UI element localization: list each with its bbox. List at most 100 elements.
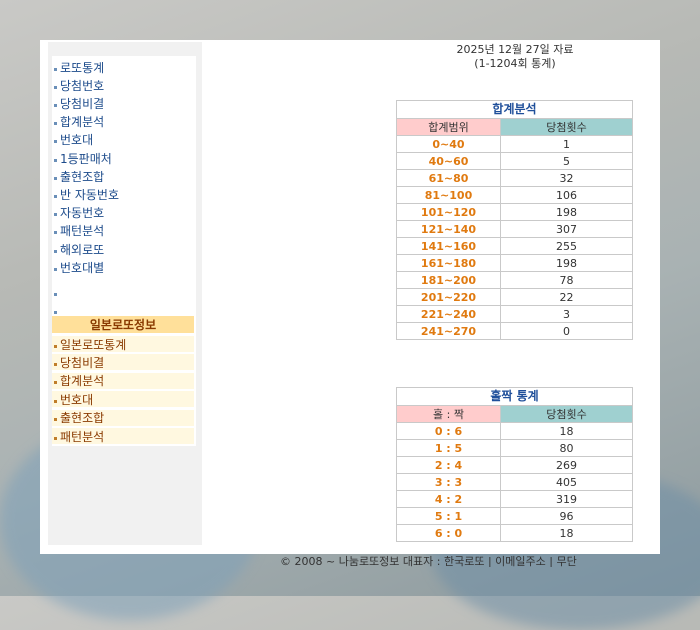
table-row: 2 : 4 269 xyxy=(396,456,633,474)
sidebar-item-label: 해외로또 xyxy=(60,242,105,257)
odd-even-col-count: 당첨횟수 xyxy=(500,405,633,423)
bullet-icon xyxy=(54,344,57,348)
sidebar-item[interactable]: 해외로또 xyxy=(52,241,104,257)
sum-analysis-table: 합계분석 합계범위 당첨횟수 0~40 1 40~60 5 61~80 32 81~100 1… xyxy=(396,100,633,340)
sum-range-cell: 40~60 xyxy=(396,152,501,170)
sidebar-item[interactable]: 번호대 xyxy=(52,132,93,148)
odd-even-ratio-cell: 1 : 5 xyxy=(396,439,501,457)
sidebar-item[interactable]: 반 자동번호 xyxy=(52,186,119,202)
table-row: 161~180 198 xyxy=(396,254,633,272)
sidebar-item-label: 로또통계 xyxy=(60,60,105,75)
japan-menu-label: 출현조합 xyxy=(60,411,105,426)
sum-range-cell: 201~220 xyxy=(396,288,501,306)
odd-even-count-cell: 405 xyxy=(500,473,633,491)
japan-menu-item[interactable]: 번호대 xyxy=(52,391,194,408)
sum-range-cell: 81~100 xyxy=(396,186,501,204)
bullet-icon xyxy=(54,418,57,422)
odd-even-ratio-cell: 0 : 6 xyxy=(396,422,501,440)
bullet-icon xyxy=(54,249,57,253)
sum-count-cell: 22 xyxy=(500,288,633,306)
sum-count-cell: 198 xyxy=(500,254,633,272)
sidebar-item[interactable]: 출현조합 xyxy=(52,168,104,184)
bullet-icon xyxy=(54,213,57,217)
odd-even-ratio-cell: 3 : 3 xyxy=(396,473,501,491)
bullet-icon xyxy=(54,158,57,162)
sidebar-item[interactable]: 합계분석 xyxy=(52,114,104,130)
bullet-icon xyxy=(54,292,57,296)
bullet-icon xyxy=(54,399,57,403)
sidebar: 로또통계 당첨번호 당첨비결 합계분석 번호대 1등판매처 출현조합 반 자동번호 자동번호 패턴… xyxy=(48,42,202,545)
sum-range-cell: 141~160 xyxy=(396,237,501,255)
table-row: 40~60 5 xyxy=(396,152,633,170)
japan-menu-label: 번호대 xyxy=(60,392,94,407)
odd-even-ratio-cell: 4 : 2 xyxy=(396,490,501,508)
bullet-icon xyxy=(54,381,57,385)
japan-menu-label: 패턴분석 xyxy=(60,429,105,444)
sidebar-item[interactable]: 번호대별 xyxy=(52,259,104,275)
bullet-icon xyxy=(54,231,57,235)
sidebar-item[interactable]: 패턴분석 xyxy=(52,223,104,239)
bullet-icon xyxy=(54,176,57,180)
table-row: 81~100 106 xyxy=(396,186,633,204)
sidebar-item[interactable]: 당첨비결 xyxy=(52,95,104,111)
bullet-icon xyxy=(54,122,57,126)
table-row: 3 : 3 405 xyxy=(396,473,633,491)
sidebar-menu: 로또통계 당첨번호 당첨비결 합계분석 번호대 1등판매처 출현조합 반 자동번호 자동번호 패턴… xyxy=(52,56,196,446)
sidebar-item[interactable]: 자동번호 xyxy=(52,205,104,221)
sum-range-cell: 61~80 xyxy=(396,169,501,187)
table-row: 121~140 307 xyxy=(396,220,633,238)
japan-menu-label: 당첨비결 xyxy=(60,355,105,370)
japan-menu-item[interactable]: 합계분석 xyxy=(52,372,194,389)
japan-menu-label: 합계분석 xyxy=(60,374,105,389)
japan-menu-item[interactable]: 패턴분석 xyxy=(52,428,194,444)
sidebar-item-label: 반 자동번호 xyxy=(60,187,120,202)
sum-count-cell: 3 xyxy=(500,305,633,323)
sum-count-cell: 307 xyxy=(500,220,633,238)
odd-even-table: 홀짝 통계 홀 : 짝 당첨횟수 0 : 6 18 1 : 5 80 2 : 4 269 3… xyxy=(396,387,633,542)
table-row: 5 : 1 96 xyxy=(396,507,633,525)
bullet-icon xyxy=(54,67,57,71)
sum-count-cell: 5 xyxy=(500,152,633,170)
japan-menu-item[interactable]: 출현조합 xyxy=(52,409,194,426)
sum-count-cell: 78 xyxy=(500,271,633,289)
table-row: 221~240 3 xyxy=(396,305,633,323)
sidebar-item[interactable]: 당첨번호 xyxy=(52,77,104,93)
sum-range-cell: 0~40 xyxy=(396,135,501,153)
sum-col-range: 합계범위 xyxy=(396,118,501,136)
odd-even-count-cell: 269 xyxy=(500,456,633,474)
sum-range-cell: 121~140 xyxy=(396,220,501,238)
japan-menu-label: 일본로또통계 xyxy=(60,337,127,352)
sum-col-count: 당첨횟수 xyxy=(500,118,633,136)
table-row: 0~40 1 xyxy=(396,135,633,153)
sidebar-item-label: 1등판매처 xyxy=(60,151,112,166)
sum-count-cell: 32 xyxy=(500,169,633,187)
japan-menu-item[interactable]: 일본로또통계 xyxy=(52,336,194,352)
odd-even-count-cell: 80 xyxy=(500,439,633,457)
sum-count-cell: 1 xyxy=(500,135,633,153)
sidebar-item-label: 번호대 xyxy=(60,133,94,148)
japan-lotto-heading: 일본로또정보 xyxy=(52,316,194,333)
japan-menu-item[interactable]: 당첨비결 xyxy=(52,354,194,371)
sum-range-cell: 101~120 xyxy=(396,203,501,221)
bullet-icon xyxy=(54,310,57,314)
table-row: 61~80 32 xyxy=(396,169,633,187)
odd-even-ratio-cell: 2 : 4 xyxy=(396,456,501,474)
sum-range-cell: 241~270 xyxy=(396,322,501,340)
sum-count-cell: 0 xyxy=(500,322,633,340)
sidebar-item-label: 당첨비결 xyxy=(60,96,105,111)
bullet-icon xyxy=(54,140,57,144)
table-row: 0 : 6 18 xyxy=(396,422,633,440)
table-row: 101~120 198 xyxy=(396,203,633,221)
odd-even-ratio-cell: 6 : 0 xyxy=(396,524,501,542)
sidebar-item[interactable]: 1등판매처 xyxy=(52,150,112,166)
sum-table-caption: 합계분석 xyxy=(396,100,633,118)
sum-count-cell: 106 xyxy=(500,186,633,204)
data-range: (1-1204회 통계) xyxy=(474,57,556,70)
page-container: 로또통계 당첨번호 당첨비결 합계분석 번호대 1등판매처 출현조합 반 자동번호 자동번호 패턴… xyxy=(40,40,660,554)
sum-range-cell: 181~200 xyxy=(396,271,501,289)
odd-even-col-ratio: 홀 : 짝 xyxy=(396,405,501,423)
sum-range-cell: 221~240 xyxy=(396,305,501,323)
sidebar-item[interactable]: 로또통계 xyxy=(52,59,104,75)
bullet-icon xyxy=(54,362,57,366)
odd-even-count-cell: 96 xyxy=(500,507,633,525)
